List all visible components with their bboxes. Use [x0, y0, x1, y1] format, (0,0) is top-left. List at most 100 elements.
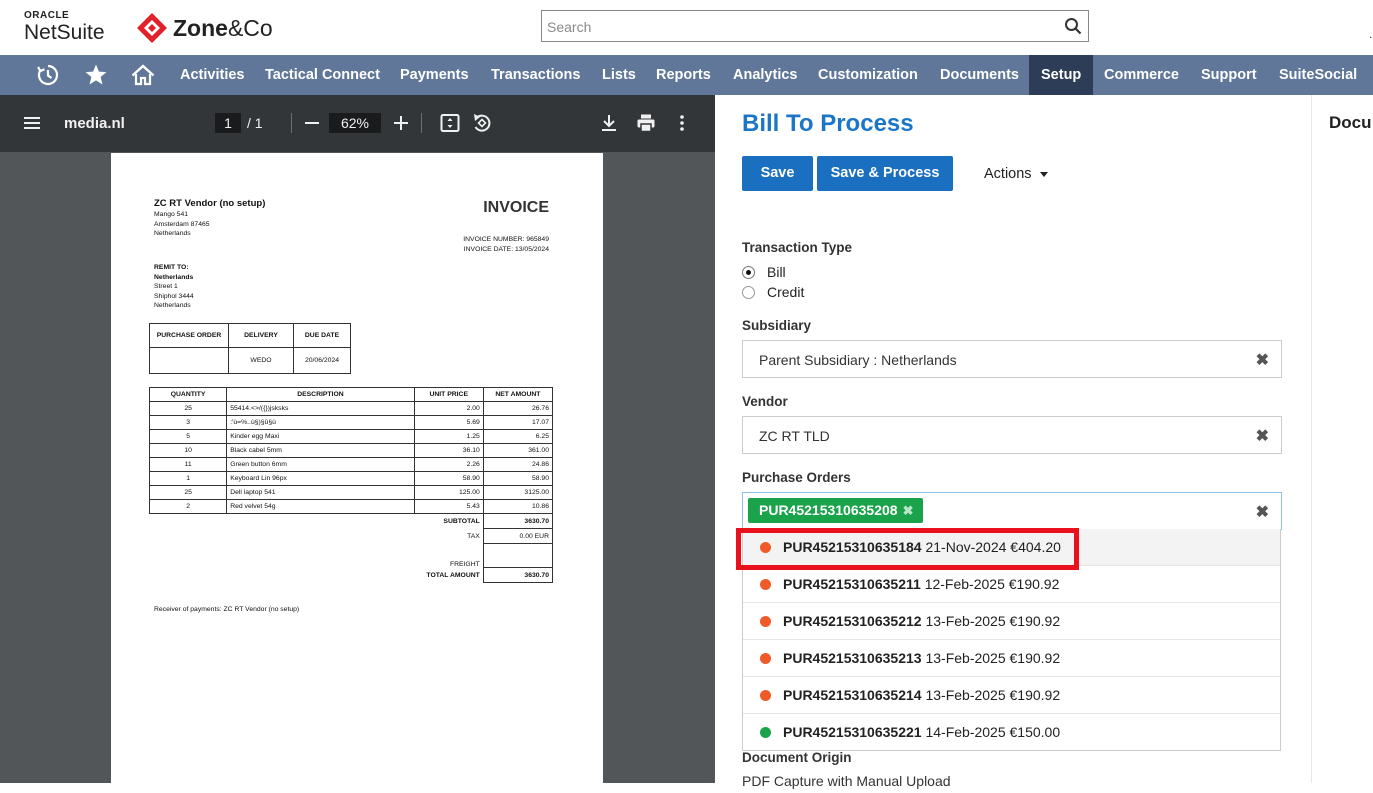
table-row: 2 Red velvet 54g 5.43 10.86 — [148, 499, 554, 514]
fit-page-icon[interactable] — [438, 111, 462, 135]
po-option[interactable]: PUR45215310635213 13-Feb-2025 €190.92 — [743, 640, 1280, 677]
document-side-panel: Docu — [1311, 95, 1373, 783]
table-row: 3:'ù=%..ù§)§û§ù 5.69 17.07 — [148, 415, 554, 430]
global-search — [541, 10, 1089, 42]
toolbar-divider — [421, 113, 422, 133]
status-dot-icon — [760, 653, 771, 664]
transaction-type-label: Transaction Type — [742, 240, 853, 255]
radio-unselected-icon[interactable] — [742, 285, 755, 299]
nav-support[interactable]: Support — [1201, 55, 1257, 95]
table-row: 25 55414.<>/({})jsksks 2.00 26.76 — [148, 401, 554, 416]
invoice-receiver: Receiver of payments: ZC RT Vendor (no s… — [154, 606, 300, 613]
page-title: Bill To Process — [742, 110, 914, 137]
nav-suitesocial[interactable]: SuiteSocial — [1279, 55, 1357, 95]
tax-label: TAX — [467, 532, 480, 540]
print-icon[interactable] — [634, 111, 658, 135]
subsidiary-select[interactable]: Parent Subsidiary : Netherlands ✖ — [742, 340, 1282, 378]
recent-icon[interactable] — [36, 63, 60, 87]
page-total: / 1 — [247, 115, 263, 131]
document-origin-value: PDF Capture with Manual Upload — [742, 773, 951, 789]
netsuite-logo[interactable]: ORACLE NetSuite — [24, 11, 105, 44]
nav-setup[interactable]: Setup — [1029, 55, 1094, 95]
remove-tag-icon[interactable]: ✖ — [903, 503, 914, 518]
home-icon[interactable] — [131, 63, 155, 87]
total-label: TOTAL AMOUNT — [426, 571, 480, 579]
nav-documents[interactable]: Documents — [940, 55, 1019, 95]
user-menu-dot[interactable]: . — [1369, 27, 1372, 41]
invoice-items-table: QUANTITY DESCRIPTION UNIT PRICE NET AMOU… — [148, 387, 554, 583]
radio-bill[interactable]: Bill — [742, 264, 786, 280]
zoom-in-icon[interactable] — [389, 111, 413, 135]
clear-icon[interactable]: ✖ — [1256, 350, 1269, 370]
po-option[interactable]: PUR45215310635211 12-Feb-2025 €190.92 — [743, 566, 1280, 603]
radio-credit-label: Credit — [767, 284, 805, 300]
freight-label: FREIGHT — [449, 560, 480, 568]
total-value: 3630.70 — [482, 567, 554, 583]
menu-icon[interactable] — [20, 111, 44, 135]
vendor-label: Vendor — [742, 394, 788, 409]
vendor-select[interactable]: ZC RT TLD ✖ — [742, 416, 1282, 454]
po-option[interactable]: PUR45215310635214 13-Feb-2025 €190.92 — [743, 677, 1280, 714]
download-icon[interactable] — [597, 111, 621, 135]
radio-selected-icon[interactable] — [742, 265, 755, 279]
purchase-orders-label: Purchase Orders — [742, 470, 851, 485]
po-option[interactable]: PUR45215310635221 14-Feb-2025 €150.00 — [743, 714, 1280, 751]
table-row: 25 Dell laptop 541 125.00 3125.00 — [148, 485, 554, 500]
table-row: 5 Kinder egg Maxi 1.25 6.25 — [148, 429, 554, 444]
search-input[interactable] — [545, 14, 1059, 40]
subtotal-label: SUBTOTAL — [443, 517, 480, 525]
nav-lists[interactable]: Lists — [602, 55, 636, 95]
pdf-filename: media.nl — [64, 115, 125, 132]
save-button[interactable]: Save — [742, 156, 813, 191]
document-origin-label: Document Origin — [742, 750, 852, 765]
table-row: 1 Keyboard Lin 96px 58.90 58.90 — [148, 471, 554, 486]
invoice-page: ZC RT Vendor (no setup) Mango 541 Amster… — [111, 153, 603, 793]
purchase-orders-select[interactable]: PUR45215310635208 ✖ ✖ — [742, 492, 1282, 530]
subsidiary-label: Subsidiary — [742, 318, 812, 333]
table-row: 11 Green button 6mm 2.26 24.86 — [148, 457, 554, 472]
zone-brand-text: Zone&Co — [173, 14, 273, 41]
page-number-input[interactable]: 1 — [215, 113, 241, 133]
invoice-vendor-name: ZC RT Vendor (no setup) — [154, 198, 266, 209]
radio-credit[interactable]: Credit — [742, 284, 804, 300]
actions-label: Actions — [984, 166, 1032, 182]
rotate-icon[interactable] — [470, 111, 494, 135]
more-options-icon[interactable] — [670, 111, 694, 135]
zoom-out-icon[interactable] — [300, 111, 324, 135]
nav-tactical-connect[interactable]: Tactical Connect — [265, 55, 380, 95]
clear-icon[interactable]: ✖ — [1256, 426, 1269, 446]
selected-po-label: PUR45215310635208 — [759, 502, 898, 518]
chevron-down-icon — [1039, 171, 1048, 177]
invoice-title: INVOICE — [483, 199, 549, 216]
selected-po-tag[interactable]: PUR45215310635208 ✖ — [748, 498, 924, 523]
tax-value: 0.00 EUR — [482, 528, 554, 544]
invoice-remit-to: REMIT TO: Netherlands Street 1 Shiphol 3… — [154, 264, 194, 309]
status-dot-icon — [760, 616, 771, 627]
star-icon[interactable] — [84, 63, 108, 87]
search-icon[interactable] — [1064, 17, 1082, 35]
top-header: ORACLE NetSuite Zone&Co . — [0, 0, 1373, 55]
zone-logo: Zone&Co — [136, 12, 273, 44]
netsuite-logo-text: NetSuite — [24, 21, 105, 44]
freight-value — [482, 543, 554, 568]
clear-icon[interactable]: ✖ — [1256, 502, 1269, 522]
po-option[interactable]: PUR45215310635212 13-Feb-2025 €190.92 — [743, 603, 1280, 640]
zone-diamond-icon — [137, 13, 167, 43]
radio-bill-label: Bill — [767, 264, 786, 280]
nav-activities[interactable]: Activities — [180, 55, 244, 95]
nav-reports[interactable]: Reports — [656, 55, 711, 95]
status-dot-icon — [760, 690, 771, 701]
nav-payments[interactable]: Payments — [400, 55, 469, 95]
invoice-meta: INVOICE NUMBER: 965849 INVOICE DATE: 13/… — [463, 236, 549, 253]
nav-analytics[interactable]: Analytics — [733, 55, 797, 95]
nav-customization[interactable]: Customization — [818, 55, 918, 95]
invoice-vendor-address: Mango 541 Amsterdam 87465 Netherlands — [154, 211, 210, 237]
save-and-process-button[interactable]: Save & Process — [817, 156, 953, 191]
nav-transactions[interactable]: Transactions — [491, 55, 580, 95]
zoom-level[interactable]: 62% — [329, 113, 381, 133]
pdf-toolbar: media.nl 1 / 1 62% — [0, 95, 715, 152]
subsidiary-value: Parent Subsidiary : Netherlands — [759, 352, 957, 368]
side-panel-title: Docu — [1329, 113, 1372, 132]
nav-commerce[interactable]: Commerce — [1104, 55, 1179, 95]
actions-menu-button[interactable]: Actions — [984, 166, 1048, 182]
